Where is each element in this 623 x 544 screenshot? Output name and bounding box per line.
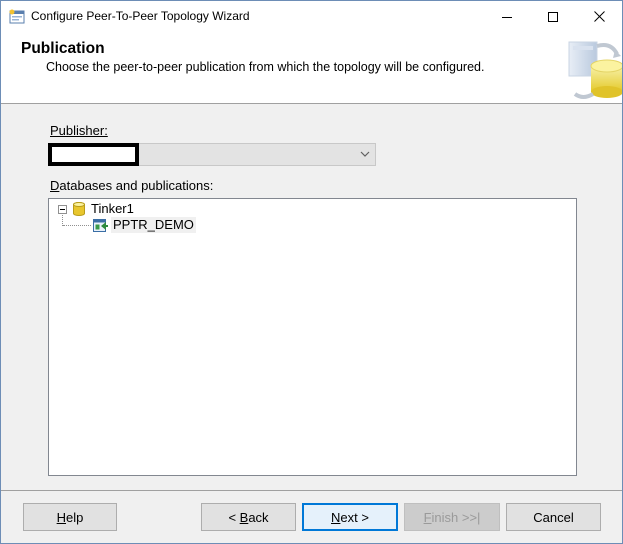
collapse-icon[interactable]	[58, 205, 67, 214]
back-button[interactable]: < Back	[201, 503, 296, 531]
next-button[interactable]: Next >	[302, 503, 398, 531]
publisher-label: Publisher:	[50, 123, 108, 138]
footer-divider	[1, 490, 622, 491]
publication-label: PPTR_DEMO	[111, 217, 196, 233]
databases-label: Databases and publications:	[50, 178, 214, 193]
publication-icon	[93, 219, 108, 232]
publisher-combobox[interactable]	[48, 143, 376, 166]
server-label: Tinker1	[91, 201, 134, 216]
wizard-window: Configure Peer-To-Peer Topology Wizard P…	[0, 0, 623, 544]
minimize-button[interactable]	[484, 1, 530, 32]
close-icon	[593, 11, 605, 22]
minimize-icon	[502, 16, 512, 18]
page-subtitle: Choose the peer-to-peer publication from…	[46, 60, 485, 74]
database-icon	[73, 202, 85, 216]
cancel-button[interactable]: Cancel	[506, 503, 601, 531]
databases-label-text: atabases and publications:	[59, 178, 214, 193]
close-button[interactable]	[576, 1, 622, 32]
publisher-redaction	[48, 143, 139, 166]
title-bar[interactable]: Configure Peer-To-Peer Topology Wizard	[1, 1, 622, 32]
maximize-icon	[548, 11, 558, 22]
help-button[interactable]: Help	[23, 503, 117, 531]
window-title: Configure Peer-To-Peer Topology Wizard	[31, 9, 250, 23]
chevron-down-icon[interactable]	[358, 147, 372, 161]
replication-wizard-icon	[568, 41, 622, 99]
wizard-header: Publication Choose the peer-to-peer publ…	[1, 32, 622, 104]
page-title: Publication	[21, 40, 105, 57]
wizard-app-icon	[9, 9, 25, 24]
publications-tree[interactable]: Tinker1 PPTR_DEMO	[48, 198, 577, 476]
maximize-button[interactable]	[530, 1, 576, 32]
finish-button[interactable]: Finish >>|	[404, 503, 500, 531]
